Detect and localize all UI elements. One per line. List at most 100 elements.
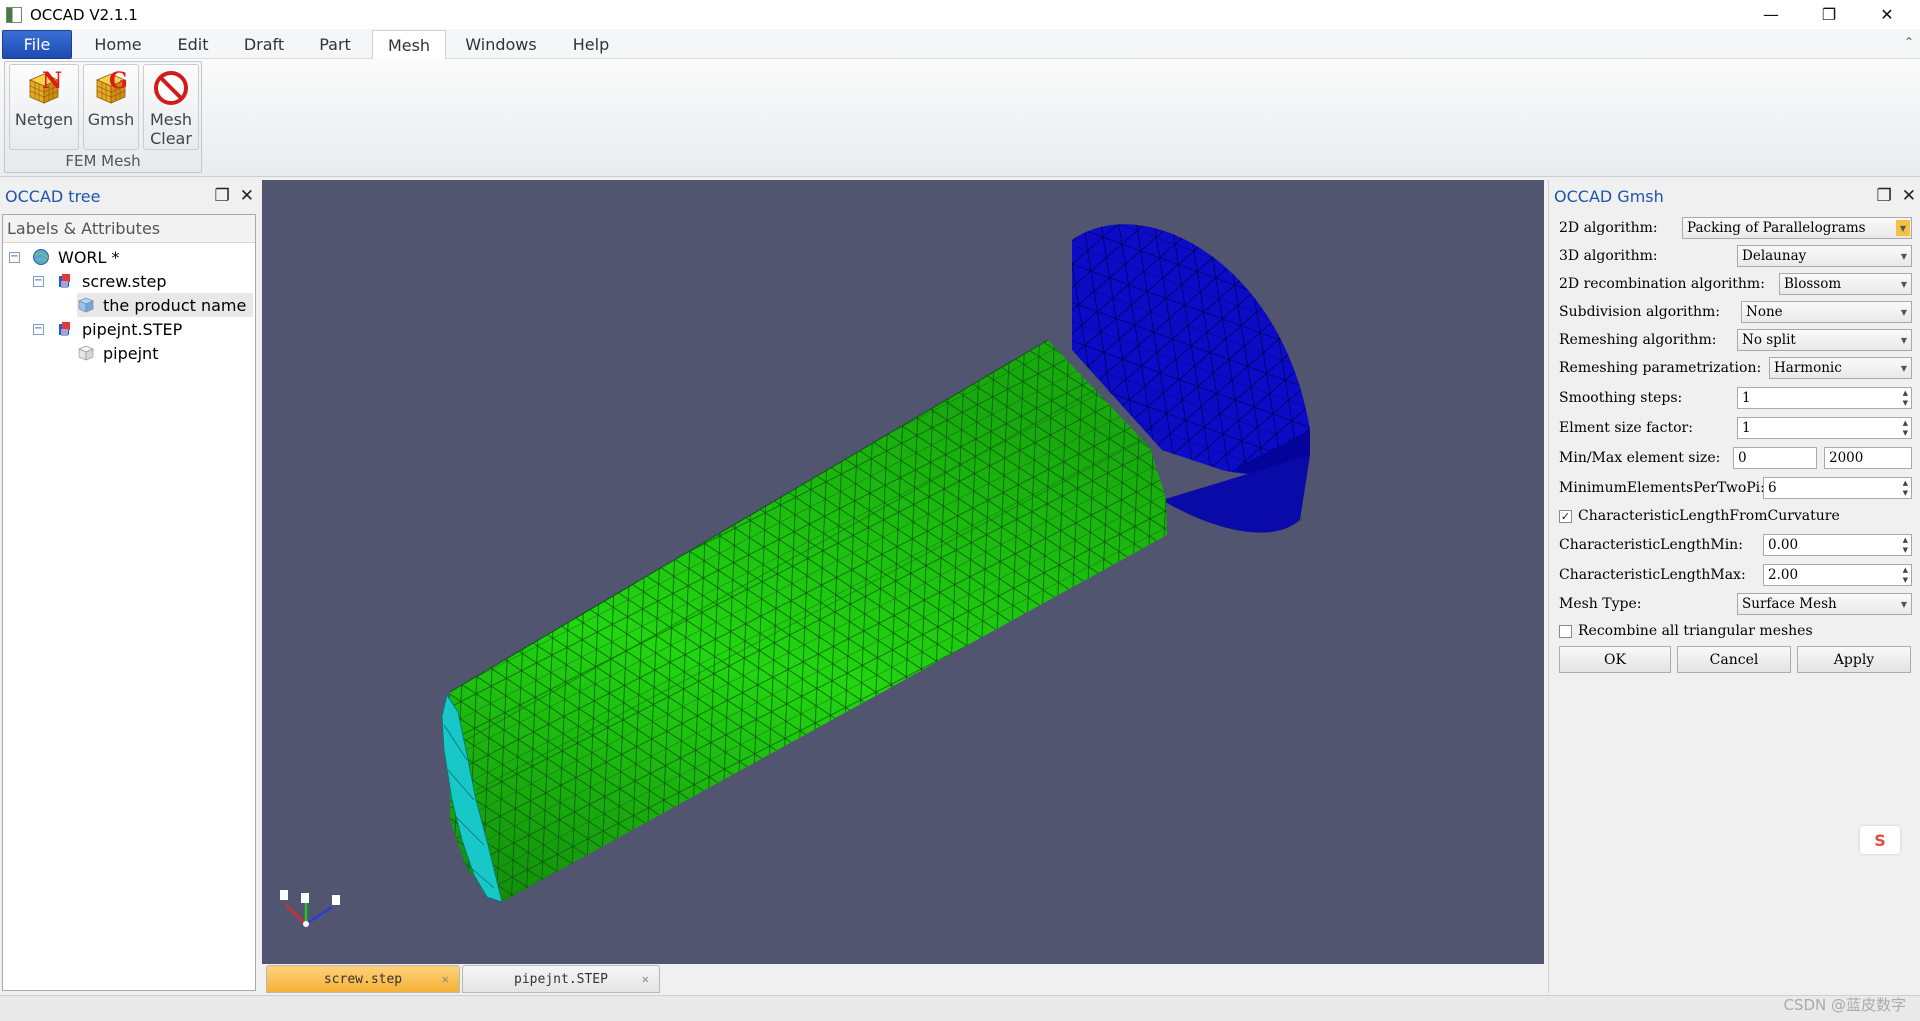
cancel-button[interactable]: Cancel bbox=[1677, 646, 1791, 673]
doc-tab-pipejnt-step[interactable]: pipejnt.STEP ✕ bbox=[462, 965, 660, 993]
smooth-value: 1 bbox=[1742, 390, 1751, 406]
close-tab-icon[interactable]: ✕ bbox=[642, 972, 649, 986]
smooth-label: Smoothing steps: bbox=[1559, 390, 1683, 406]
tab-file[interactable]: File bbox=[2, 30, 72, 59]
charmax-value: 2.00 bbox=[1768, 567, 1799, 583]
spin-arrows-icon[interactable]: ▲ ▼ bbox=[1903, 535, 1908, 555]
mesh-clear-button[interactable]: Mesh Clear bbox=[143, 64, 199, 150]
tree-view[interactable]: Labels & Attributes − WORL * − screw.ste… bbox=[2, 214, 256, 991]
recomb-select[interactable]: Blossom ▼ bbox=[1779, 273, 1912, 295]
float-icon[interactable]: ❐ bbox=[215, 186, 230, 206]
alg2d-label: 2D algorithm: bbox=[1559, 220, 1658, 236]
watermark: CSDN @蓝皮数字 bbox=[1783, 996, 1906, 1014]
tree-node-product-name[interactable]: the product name bbox=[77, 293, 253, 317]
subdiv-label: Subdivision algorithm: bbox=[1559, 304, 1720, 320]
assembly-icon bbox=[59, 322, 70, 336]
side-float-widget[interactable]: S bbox=[1860, 826, 1900, 854]
spin-arrows-icon[interactable]: ▲ ▼ bbox=[1903, 418, 1908, 438]
subdiv-select[interactable]: None ▼ bbox=[1741, 301, 1912, 323]
float-icon[interactable]: ❐ bbox=[1877, 186, 1892, 206]
remesh-label: Remeshing algorithm: bbox=[1559, 332, 1717, 348]
alg3d-label: 3D algorithm: bbox=[1559, 248, 1658, 264]
netgen-cube-icon: N bbox=[26, 68, 62, 106]
tab-part[interactable]: Part bbox=[302, 30, 368, 59]
smooth-spinbox[interactable]: 1 ▲ ▼ bbox=[1737, 387, 1912, 409]
tab-mesh[interactable]: Mesh bbox=[372, 30, 446, 59]
tree-node-pipejnt-step[interactable]: − pipejnt.STEP bbox=[33, 317, 182, 341]
fem-mesh-group: N Netgen G Gmsh Mesh Clear FEM Mesh bbox=[4, 61, 202, 173]
recomb-value: Blossom bbox=[1784, 276, 1842, 292]
title-bar: OCCAD V2.1.1 — ❐ ✕ bbox=[0, 0, 1920, 29]
remeshparam-value: Harmonic bbox=[1774, 360, 1842, 376]
gmsh-letter: G bbox=[109, 68, 128, 94]
collapse-icon[interactable]: − bbox=[33, 323, 44, 335]
gmsh-dock: OCCAD Gmsh ❐ ✕ 2D algorithm: Packing of … bbox=[1548, 180, 1920, 993]
close-tab-icon[interactable]: ✕ bbox=[442, 972, 449, 986]
3d-viewport[interactable] bbox=[262, 180, 1544, 964]
charcurv-checkbox-row[interactable]: ✓ CharacteristicLengthFromCurvature bbox=[1559, 504, 1840, 528]
spin-arrows-icon[interactable]: ▲ ▼ bbox=[1903, 478, 1908, 498]
dropdown-arrow-icon: ▼ bbox=[1900, 363, 1907, 373]
tab-windows[interactable]: Windows bbox=[454, 30, 548, 59]
minelem-spinbox[interactable]: 6 ▲ ▼ bbox=[1763, 477, 1912, 499]
collapse-icon[interactable]: − bbox=[9, 251, 20, 263]
close-button[interactable]: ✕ bbox=[1858, 0, 1916, 29]
remeshparam-select[interactable]: Harmonic ▼ bbox=[1769, 357, 1912, 379]
spin-arrows-icon[interactable]: ▲ ▼ bbox=[1903, 565, 1908, 585]
remesh-value: No split bbox=[1742, 332, 1796, 348]
max-size-input[interactable]: 2000 bbox=[1824, 447, 1912, 469]
mesh-clear-label: Mesh Clear bbox=[149, 110, 193, 148]
remesh-select[interactable]: No split ▼ bbox=[1737, 329, 1912, 351]
tab-edit[interactable]: Edit bbox=[160, 30, 226, 59]
spin-arrows-icon[interactable]: ▲ ▼ bbox=[1903, 388, 1908, 408]
menu-bar: File Home Edit Draft Part Mesh Windows H… bbox=[0, 29, 1920, 59]
dropdown-arrow-icon: ▼ bbox=[1900, 279, 1907, 289]
min-size-value: 0 bbox=[1738, 450, 1747, 466]
close-icon[interactable]: ✕ bbox=[240, 186, 254, 206]
tree-node-label: screw.step bbox=[82, 271, 167, 291]
tree-node-pipejnt[interactable]: pipejnt bbox=[77, 341, 158, 365]
tree-node-label: pipejnt.STEP bbox=[82, 319, 183, 339]
alg3d-select[interactable]: Delaunay ▼ bbox=[1737, 245, 1912, 267]
collapse-icon[interactable]: − bbox=[33, 275, 44, 287]
minimize-button[interactable]: — bbox=[1742, 0, 1800, 29]
recomb-label: 2D recombination algorithm: bbox=[1559, 276, 1765, 292]
app-icon bbox=[6, 6, 22, 23]
recombine-checkbox-row[interactable]: Recombine all triangular meshes bbox=[1559, 619, 1813, 643]
tab-help[interactable]: Help bbox=[556, 30, 626, 59]
close-icon[interactable]: ✕ bbox=[1902, 186, 1916, 206]
alg3d-value: Delaunay bbox=[1742, 248, 1807, 264]
recombine-checkbox[interactable] bbox=[1559, 624, 1572, 638]
min-size-input[interactable]: 0 bbox=[1733, 447, 1817, 469]
ok-button[interactable]: OK bbox=[1559, 646, 1671, 673]
dropdown-arrow-icon: ▼ bbox=[1896, 220, 1910, 236]
meshtype-select[interactable]: Surface Mesh ▼ bbox=[1737, 593, 1912, 615]
minmax-label: Min/Max element size: bbox=[1559, 450, 1721, 466]
tree-node-worl[interactable]: − WORL * bbox=[9, 245, 120, 269]
tree-node-screw-step[interactable]: − screw.step bbox=[33, 269, 167, 293]
window-title: OCCAD V2.1.1 bbox=[30, 5, 138, 24]
restore-button[interactable]: ❐ bbox=[1800, 0, 1858, 29]
assembly-icon bbox=[59, 274, 70, 288]
tab-draft[interactable]: Draft bbox=[232, 30, 296, 59]
max-size-value: 2000 bbox=[1829, 450, 1864, 466]
elsize-value: 1 bbox=[1742, 420, 1751, 436]
no-entry-icon bbox=[153, 70, 189, 106]
part-cube-outline-icon bbox=[78, 345, 94, 361]
alg2d-select[interactable]: Packing of Parallelograms ▼ bbox=[1682, 217, 1912, 239]
collapse-ribbon-icon[interactable]: ⌃ bbox=[1904, 35, 1914, 49]
netgen-button[interactable]: N Netgen bbox=[9, 64, 79, 150]
charcurv-checkbox[interactable]: ✓ bbox=[1559, 509, 1572, 523]
elsize-spinbox[interactable]: 1 ▲ ▼ bbox=[1737, 417, 1912, 439]
remeshparam-label: Remeshing parametrization: bbox=[1559, 360, 1762, 376]
doc-tab-label: pipejnt.STEP bbox=[514, 971, 608, 987]
charmax-spinbox[interactable]: 2.00 ▲ ▼ bbox=[1763, 564, 1912, 586]
tab-home[interactable]: Home bbox=[82, 30, 154, 59]
gmsh-button[interactable]: G Gmsh bbox=[83, 64, 139, 150]
status-bar bbox=[0, 995, 1920, 1021]
apply-button[interactable]: Apply bbox=[1797, 646, 1911, 673]
charmin-spinbox[interactable]: 0.00 ▲ ▼ bbox=[1763, 534, 1912, 556]
doc-tab-screw-step[interactable]: screw.step ✕ bbox=[266, 965, 460, 993]
document-tabs: screw.step ✕ pipejnt.STEP ✕ bbox=[262, 964, 1544, 993]
gmsh-dock-title: OCCAD Gmsh bbox=[1549, 180, 1920, 212]
